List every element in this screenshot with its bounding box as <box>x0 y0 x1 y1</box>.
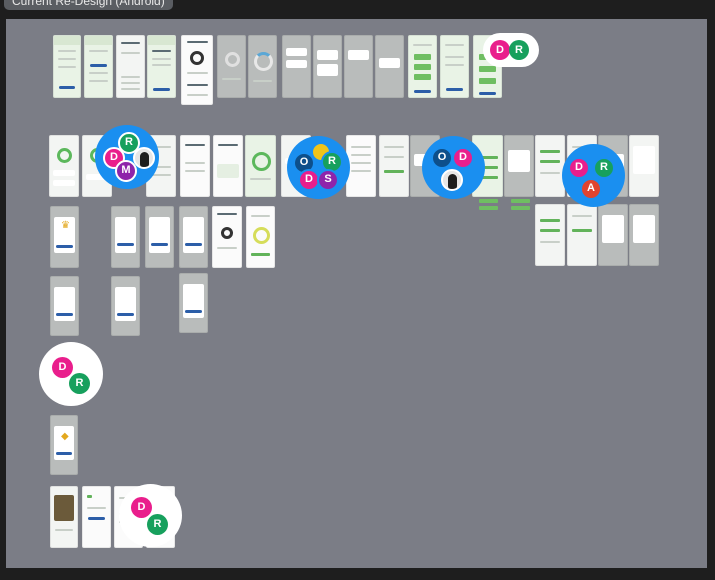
screen-thumbnail[interactable] <box>535 135 565 197</box>
collaborator-avatar[interactable]: R <box>147 514 168 535</box>
screen-thumbnail[interactable] <box>50 486 78 548</box>
collaborator-avatar[interactable]: D <box>452 147 474 169</box>
screen-thumbnail[interactable] <box>181 35 213 105</box>
collaborator-avatar[interactable]: R <box>69 373 90 394</box>
screen-thumbnail[interactable]: ♛ <box>50 206 79 268</box>
collaborator-cluster[interactable]: D R <box>39 342 103 406</box>
collaborator-avatar[interactable]: O <box>431 147 453 169</box>
screen-thumbnail[interactable] <box>180 135 210 197</box>
screen-thumbnail[interactable] <box>217 35 246 98</box>
screen-thumbnail[interactable] <box>179 206 208 268</box>
screen-thumbnail[interactable] <box>629 135 659 197</box>
collaborator-photo-avatar[interactable] <box>133 147 155 169</box>
screen-thumbnail[interactable] <box>49 135 79 197</box>
collaborator-cluster[interactable]: D R <box>483 33 539 67</box>
screen-thumbnail[interactable] <box>313 35 342 98</box>
collaborator-avatar[interactable]: D <box>52 357 73 378</box>
collaborator-avatar[interactable]: D <box>131 497 152 518</box>
collaborator-cluster[interactable]: O R D S <box>287 136 350 199</box>
screen-thumbnail[interactable] <box>53 35 81 98</box>
screen-thumbnail[interactable] <box>147 35 176 98</box>
screen-thumbnail[interactable] <box>408 35 437 98</box>
collaborator-avatar[interactable]: D <box>568 157 590 179</box>
screen-thumbnail[interactable] <box>145 206 174 268</box>
connector-chip <box>511 206 530 210</box>
screen-thumbnail[interactable] <box>111 276 140 336</box>
collaborator-avatar[interactable]: D <box>490 40 510 60</box>
collaborator-cluster[interactable]: D R A <box>562 144 625 207</box>
screen-thumbnail[interactable] <box>179 273 208 333</box>
screen-thumbnail[interactable] <box>50 276 79 336</box>
screen-thumbnail[interactable] <box>440 35 469 98</box>
collaborator-cluster[interactable]: O D <box>422 136 485 199</box>
collaborator-avatar[interactable]: R <box>593 157 615 179</box>
screen-thumbnail[interactable] <box>84 35 113 98</box>
screen-thumbnail[interactable] <box>245 135 276 197</box>
connector-chip <box>479 199 498 203</box>
screen-thumbnail[interactable]: ◆ <box>50 415 78 475</box>
collaborator-avatar[interactable]: A <box>580 178 602 200</box>
screen-thumbnail[interactable] <box>346 135 376 197</box>
connector-chip <box>511 199 530 203</box>
collaborator-photo-avatar[interactable] <box>441 169 463 191</box>
screen-thumbnail[interactable] <box>111 206 140 268</box>
screen-thumbnail[interactable] <box>535 204 565 266</box>
design-canvas[interactable]: ♛ ◆ D R R D M O R D S O D D R A D R D R <box>6 19 707 568</box>
screen-thumbnail[interactable] <box>375 35 404 98</box>
screen-thumbnail[interactable] <box>344 35 373 98</box>
screen-thumbnail[interactable] <box>282 35 311 98</box>
screen-thumbnail[interactable] <box>379 135 409 197</box>
screen-thumbnail[interactable] <box>116 35 145 98</box>
screen-thumbnail[interactable] <box>248 35 277 98</box>
screen-thumbnail[interactable] <box>212 206 242 268</box>
collaborator-avatar[interactable]: S <box>317 169 339 191</box>
screen-thumbnail[interactable] <box>504 135 534 197</box>
screen-thumbnail[interactable] <box>567 204 597 266</box>
frame-title[interactable]: Current Re-Design (Android) <box>4 0 173 10</box>
screen-thumbnail[interactable] <box>213 135 243 197</box>
collaborator-cluster[interactable]: D R <box>119 484 182 547</box>
collaborator-avatar[interactable]: R <box>509 40 529 60</box>
screen-thumbnail[interactable] <box>82 486 111 548</box>
screen-thumbnail[interactable] <box>629 204 659 266</box>
screen-thumbnail[interactable] <box>598 204 628 266</box>
collaborator-cluster[interactable]: R D M <box>95 125 159 189</box>
connector-chip <box>479 206 498 210</box>
crown-icon: ♛ <box>61 220 70 231</box>
crown-icon: ◆ <box>61 431 69 442</box>
screen-thumbnail[interactable] <box>246 206 275 268</box>
